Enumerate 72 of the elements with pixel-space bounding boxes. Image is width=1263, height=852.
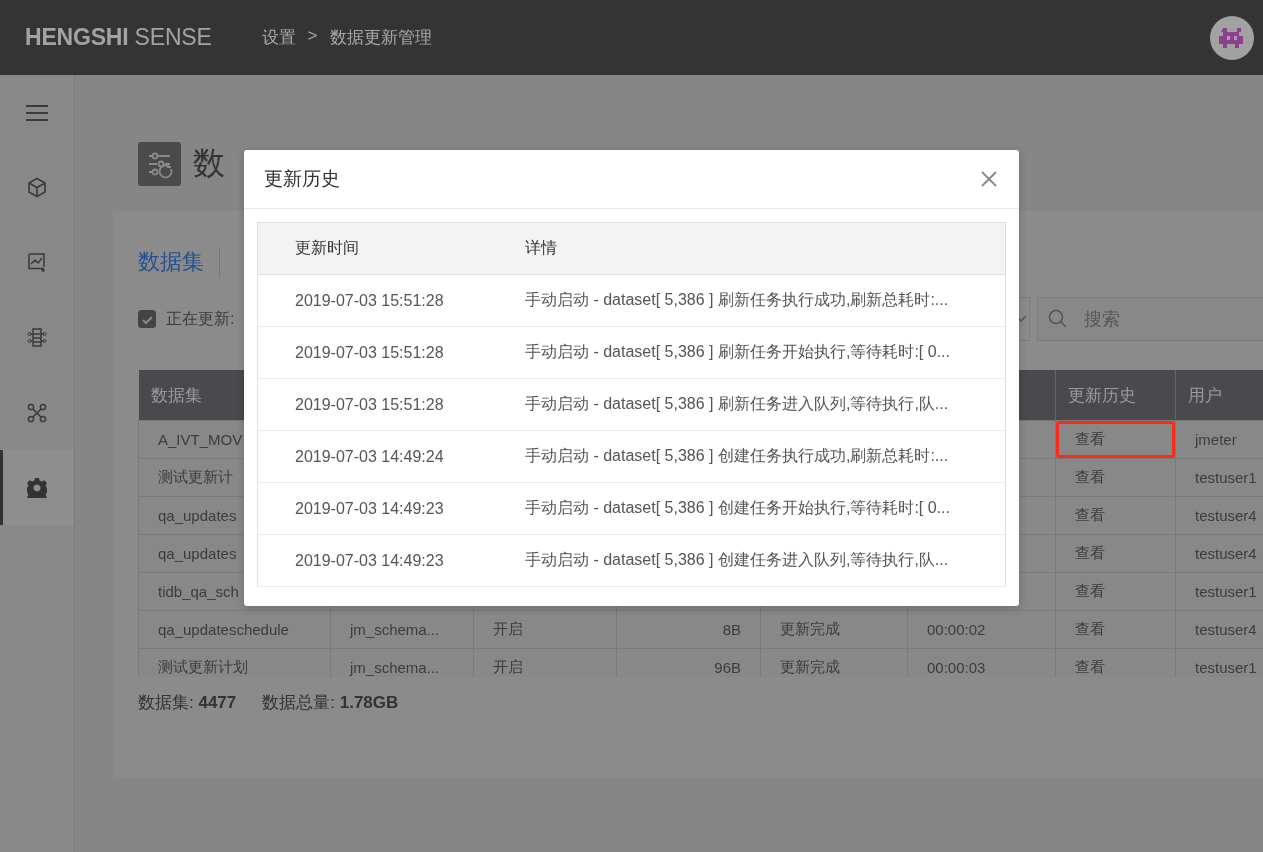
table-cell: testuser1 [1195, 659, 1257, 676]
table-cell: testuser1 [1195, 583, 1257, 600]
table-cell: qa_updateschedule [158, 621, 289, 638]
table-cell-text: 手动启动 - dataset[ 5,386 ] 刷新任务执行成功,刷新总耗时:... [525, 290, 950, 310]
breadcrumb-item[interactable]: 设置 [261, 26, 296, 49]
column-header: 更新历史 [1068, 385, 1136, 405]
table-cell: jm_schema... [350, 621, 440, 638]
table-cell-text: 手动启动 - dataset[ 5,386 ] 刷新任务进入队列,等待执行,队... [525, 394, 950, 414]
chart-icon [27, 252, 47, 273]
table-cell: testuser4 [1195, 621, 1257, 638]
app-logo[interactable]: HENGSHI SENSE [25, 24, 212, 51]
table-cell-text: 手动启动 - dataset[ 5,386 ] 创建任务开始执行,等待耗时:[ 0... [525, 498, 951, 518]
table-cell-text: 2019-07-03 15:51:28 [295, 291, 445, 310]
table-cell: 开启 [493, 620, 523, 637]
column-header: 数据集 [150, 385, 202, 405]
page-title: 数 [193, 144, 225, 183]
menu-icon [25, 102, 49, 123]
table-cell-text: 2019-07-03 14:49:23 [295, 499, 445, 518]
view-link[interactable]: 查看 [1075, 620, 1105, 637]
sliders-refresh-icon [138, 142, 181, 186]
table-cell-text: 手动启动 - dataset[ 5,386 ] 创建任务执行成功,刷新总耗时:... [525, 446, 950, 466]
table-cell: 96B [714, 659, 741, 676]
dialog-title: 更新历史 [264, 167, 340, 191]
table-cell: qa_updates [158, 545, 237, 562]
summary-text: 数据总量: 1.78GB [262, 692, 399, 714]
circuit-icon [27, 327, 47, 348]
table-cell: 00:00:03 [927, 659, 986, 676]
table-cell: jmeter [1195, 431, 1237, 448]
view-link[interactable]: 查看 [1075, 544, 1105, 561]
tab[interactable]: 数据集 [138, 247, 220, 277]
table-cell: 开启 [493, 658, 523, 675]
check-icon [141, 313, 153, 325]
network-icon [27, 402, 47, 423]
table-cell: testuser4 [1195, 507, 1257, 524]
view-link[interactable]: 查看 [1075, 506, 1105, 523]
table-cell: 更新完成 [780, 620, 840, 637]
cube-icon [27, 177, 47, 198]
search-icon [1048, 309, 1067, 328]
close-button[interactable] [979, 169, 999, 189]
settings-icon [27, 477, 47, 498]
table-cell: qa_updates [158, 507, 237, 524]
sidebar-item[interactable] [0, 450, 74, 525]
table-cell-text: 手动启动 - dataset[ 5,386 ] 创建任务进入队列,等待执行,队... [525, 550, 950, 570]
close-icon [981, 171, 997, 187]
table-cell: 8B [722, 621, 741, 638]
table-cell: 测试更新计 [158, 468, 233, 485]
view-link[interactable]: 查看 [1075, 468, 1105, 485]
column-header: 用户 [1188, 385, 1222, 405]
table-cell: 00:00:02 [927, 621, 986, 638]
table-cell: testuser1 [1195, 469, 1257, 486]
breadcrumb-item: 数据更新管理 [329, 27, 432, 49]
breadcrumb-separator: > [307, 26, 318, 47]
table-cell: A_IVT_MOV [158, 431, 243, 448]
table-cell: jm_schema... [350, 659, 440, 676]
view-link[interactable]: 查看 [1075, 582, 1105, 599]
table-cell-text: 2019-07-03 15:51:28 [295, 395, 445, 414]
checkbox-label: 正在更新: [166, 308, 235, 329]
table-cell-text: 2019-07-03 14:49:23 [295, 551, 445, 570]
table-cell-text: 2019-07-03 15:51:28 [295, 343, 445, 362]
table-cell: 更新完成 [780, 658, 840, 675]
column-header: 详情 [525, 238, 558, 258]
table-cell: tidb_qa_sch [158, 583, 239, 600]
view-link[interactable]: 查看 [1075, 658, 1105, 675]
table-cell: testuser4 [1195, 545, 1257, 562]
column-header: 更新时间 [295, 238, 360, 258]
table-cell-text: 2019-07-03 14:49:24 [295, 447, 445, 466]
avatar-icon [1210, 15, 1254, 60]
summary-text: 数据集: 4477 [138, 692, 237, 714]
checkbox[interactable] [138, 310, 156, 328]
view-link[interactable]: 查看 [1075, 430, 1105, 447]
table-cell: 测试更新计划 [158, 658, 248, 675]
table-cell-text: 手动启动 - dataset[ 5,386 ] 刷新任务开始执行,等待耗时:[ 0... [525, 342, 951, 362]
